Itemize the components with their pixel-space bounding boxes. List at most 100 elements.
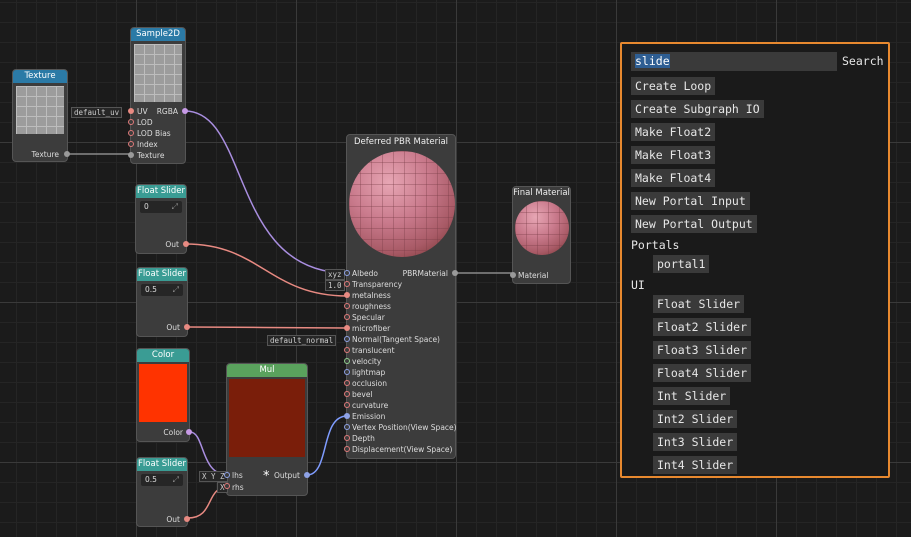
input-label: velocity	[352, 357, 382, 366]
slider-value: 0.5	[145, 285, 157, 294]
pin[interactable]	[344, 435, 350, 441]
input-label: Vertex Position(View Space)	[352, 423, 457, 432]
material-preview	[515, 201, 569, 255]
pbr-output-pin[interactable]	[452, 270, 458, 276]
input-label: Material	[518, 271, 549, 280]
pbr-material-node[interactable]: Deferred PBR Material xyz Albedo 1.0 Tra…	[267, 134, 458, 459]
pin[interactable]	[344, 380, 350, 386]
menu-item-make-float2[interactable]: Make Float2	[631, 123, 716, 141]
output-label: Out	[166, 515, 180, 524]
input-label: Displacement(View Space)	[352, 445, 453, 454]
node-search-popup[interactable]: slide Search Create Loop Create Subgraph…	[620, 42, 890, 478]
input-label: Texture	[137, 151, 165, 160]
texture-pin[interactable]	[128, 152, 134, 158]
menu-item-float4-slider[interactable]: Float4 Slider	[653, 364, 752, 382]
texture-node[interactable]: Texture Texture	[12, 69, 70, 162]
color-output-pin[interactable]	[186, 429, 192, 435]
menu-item-new-portal-output[interactable]: New Portal Output	[631, 215, 757, 233]
pin[interactable]	[344, 424, 350, 430]
output-pin[interactable]	[64, 151, 70, 157]
index-pin[interactable]	[128, 141, 134, 147]
slider-field[interactable]: 0.5 ⤢	[141, 474, 183, 486]
pin[interactable]	[344, 369, 350, 375]
pin[interactable]	[344, 413, 350, 419]
rhs-pin[interactable]	[224, 483, 230, 489]
category-ui: UI	[631, 278, 645, 292]
pin[interactable]	[344, 446, 350, 452]
input-label: microfiber	[352, 324, 391, 333]
menu-item-new-portal-input[interactable]: New Portal Input	[631, 192, 750, 210]
sample2d-node[interactable]: Sample2D default_uv UV LOD LOD Bias Inde…	[71, 27, 188, 164]
pin[interactable]	[344, 270, 350, 276]
edit-icon: ⤢	[171, 202, 178, 211]
float-slider-node[interactable]: Float Slider 0.5 ⤢ Out	[136, 457, 190, 527]
lod-pin[interactable]	[128, 119, 134, 125]
output-pin[interactable]	[184, 324, 190, 330]
wire-mul-to-emission	[306, 415, 348, 476]
menu-item-portal1[interactable]: portal1	[653, 255, 710, 273]
albedo-tag[interactable]: xyz	[325, 269, 345, 280]
pin[interactable]	[344, 292, 350, 298]
menu-item-int4-slider[interactable]: Int4 Slider	[653, 456, 738, 474]
color-node[interactable]: Color Color	[136, 348, 192, 442]
output-label: Output	[273, 471, 300, 480]
slider-field[interactable]: 0 ⤢	[140, 201, 182, 213]
rgba-output-pin[interactable]	[182, 108, 188, 114]
slider-field[interactable]: 0.5 ⤢	[141, 284, 183, 296]
node-title: Color	[137, 349, 189, 362]
node-title: Final Material	[513, 188, 570, 198]
input-label: Depth	[352, 434, 375, 443]
float-slider-node[interactable]: Float Slider 0.5 ⤢ Out	[136, 267, 190, 337]
slider-value: 0.5	[145, 475, 157, 484]
menu-item-float3-slider[interactable]: Float3 Slider	[653, 341, 752, 359]
lhs-tag[interactable]: X Y Z	[199, 471, 228, 482]
uv-pin[interactable]	[128, 108, 134, 114]
pin[interactable]	[344, 325, 350, 331]
node-title: Deferred PBR Material	[353, 137, 449, 147]
menu-item-float2-slider[interactable]: Float2 Slider	[653, 318, 752, 336]
menu-item-float-slider[interactable]: Float Slider	[653, 295, 745, 313]
menu-item-make-float4[interactable]: Make Float4	[631, 169, 716, 187]
transparency-tag[interactable]: 1.0	[325, 280, 345, 291]
pin[interactable]	[344, 358, 350, 364]
pin[interactable]	[344, 336, 350, 342]
texture-preview	[16, 86, 64, 134]
input-label: LOD Bias	[137, 129, 171, 138]
pin[interactable]	[344, 402, 350, 408]
pin[interactable]	[344, 281, 350, 287]
lhs-label: lhs	[232, 471, 243, 480]
pin[interactable]	[344, 391, 350, 397]
output-pin[interactable]	[304, 472, 310, 478]
menu-item-create-subgraph-io[interactable]: Create Subgraph IO	[631, 100, 764, 118]
material-preview	[349, 151, 455, 257]
pin[interactable]	[344, 314, 350, 320]
menu-item-make-float3[interactable]: Make Float3	[631, 146, 716, 164]
output-label: Texture	[31, 150, 59, 159]
mul-node[interactable]: Mul X Y Z lhs X rhs * Output	[199, 363, 310, 496]
input-label: roughness	[352, 302, 391, 311]
input-label: curvature	[352, 401, 389, 410]
uv-default-tag[interactable]: default_uv	[71, 107, 123, 118]
lod-bias-pin[interactable]	[128, 130, 134, 136]
pin[interactable]	[344, 347, 350, 353]
menu-item-int3-slider[interactable]: Int3 Slider	[653, 433, 738, 451]
mul-preview	[229, 379, 305, 457]
search-input[interactable]: slide	[631, 52, 837, 71]
menu-item-int-slider[interactable]: Int Slider	[653, 387, 731, 405]
output-label: Out	[165, 240, 179, 249]
normal-tag[interactable]: default_normal	[267, 335, 337, 346]
output-label: RGBA	[156, 107, 178, 116]
node-title: Float Slider	[136, 185, 186, 198]
material-input-pin[interactable]	[510, 272, 516, 278]
final-material-node[interactable]: Final Material Material	[510, 186, 571, 284]
menu-item-int2-slider[interactable]: Int2 Slider	[653, 410, 738, 428]
menu-item-create-loop[interactable]: Create Loop	[631, 77, 716, 95]
input-label: lightmap	[352, 368, 386, 377]
color-swatch[interactable]	[139, 364, 187, 422]
output-pin[interactable]	[183, 241, 189, 247]
output-pin[interactable]	[184, 516, 190, 522]
asterisk-icon: *	[263, 469, 270, 484]
float-slider-node[interactable]: Float Slider 0 ⤢ Out	[135, 184, 189, 254]
pin[interactable]	[344, 303, 350, 309]
lhs-pin[interactable]	[224, 472, 230, 478]
